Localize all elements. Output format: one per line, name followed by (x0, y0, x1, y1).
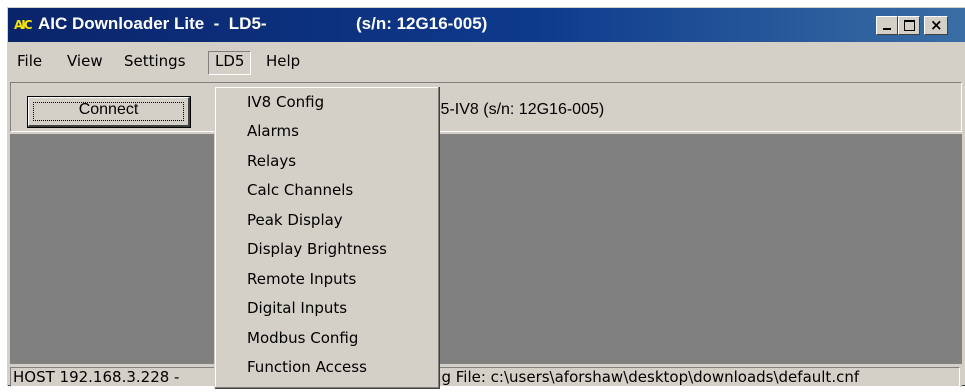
maximize-icon (904, 20, 915, 31)
toolbar: Connect D5-IV8 (s/n: 12G16-005) (10, 82, 962, 132)
device-info: D5-IV8 (s/n: 12G16-005) (429, 101, 605, 118)
menu-view[interactable]: View (63, 52, 107, 74)
window-serial: (s/n: 12G16-005) (356, 14, 488, 33)
menu-bar: File View Settings LD5 Help (8, 44, 965, 78)
menu-file[interactable]: File (13, 52, 46, 74)
status-bar: HOST 192.168.3.228 - fig File: c:\users\… (10, 365, 962, 387)
menu-settings[interactable]: Settings (120, 52, 190, 74)
menu-ld5[interactable]: LD5 (208, 51, 252, 75)
menu-item-function-access[interactable]: Function Access (247, 358, 367, 382)
status-config-file: fig File: c:\users\aforshaw\desktop\down… (432, 368, 860, 386)
maximize-button[interactable] (898, 16, 920, 35)
minimize-icon (883, 28, 891, 30)
menu-item-digital-inputs[interactable]: Digital Inputs (247, 299, 347, 323)
menu-item-peak-display[interactable]: Peak Display (247, 211, 343, 235)
menu-item-remote-inputs[interactable]: Remote Inputs (247, 270, 356, 294)
connect-button[interactable]: Connect (27, 96, 191, 128)
close-icon: × (930, 16, 943, 34)
app-window: AIC AIC Downloader Lite - LD5- (s/n: 12G… (7, 7, 965, 388)
menu-item-alarms[interactable]: Alarms (247, 122, 299, 146)
ld5-dropdown-menu: IV8 Config Alarms Relays Calc Channels P… (214, 86, 439, 388)
menu-item-calc-channels[interactable]: Calc Channels (247, 181, 353, 205)
menu-item-iv8-config[interactable]: IV8 Config (247, 93, 324, 117)
menu-item-relays[interactable]: Relays (247, 152, 296, 176)
connect-label: Connect (78, 101, 139, 118)
title-bar[interactable]: AIC AIC Downloader Lite - LD5- (s/n: 12G… (8, 8, 965, 42)
workspace-area (10, 134, 962, 364)
minimize-button[interactable] (876, 16, 898, 35)
menu-item-modbus-config[interactable]: Modbus Config (247, 329, 358, 353)
status-config-cell: fig File: c:\users\aforshaw\desktop\down… (404, 367, 960, 387)
app-logo-icon: AIC (14, 18, 33, 32)
window-title: AIC Downloader Lite - LD5- (38, 14, 267, 33)
menu-help[interactable]: Help (262, 52, 304, 74)
close-button[interactable]: × (924, 16, 948, 35)
menu-item-display-brightness[interactable]: Display Brightness (247, 240, 387, 264)
